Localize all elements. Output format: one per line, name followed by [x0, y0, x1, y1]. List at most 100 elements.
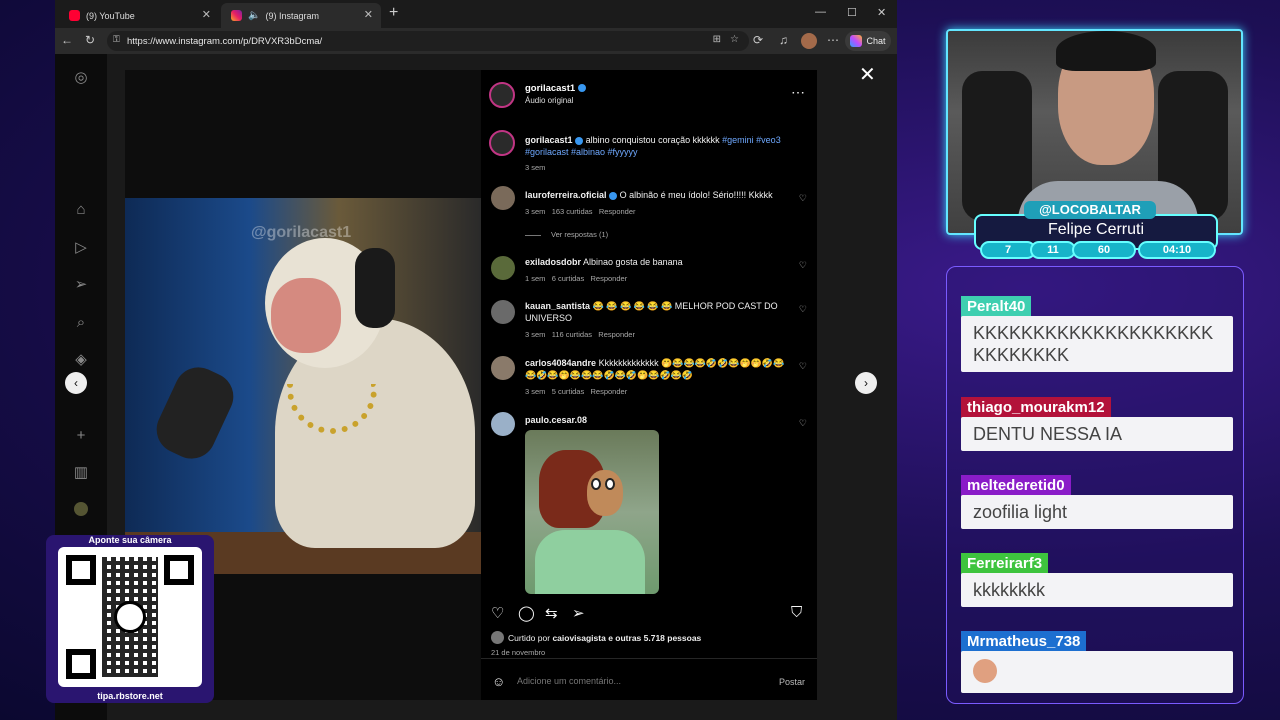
caption-time: 3 sem: [525, 163, 546, 172]
like-icon[interactable]: ♡: [491, 604, 504, 622]
media-icon[interactable]: ♫: [779, 33, 788, 47]
comment-time: 3 sem: [525, 387, 546, 396]
comment-avatar[interactable]: [491, 300, 515, 324]
comment-user[interactable]: lauroferreira.oficial: [525, 190, 607, 200]
emoji-icon[interactable]: ☺: [492, 674, 505, 689]
qr-code: [58, 547, 202, 687]
close-icon[interactable]: ✕: [364, 8, 373, 21]
puppet-shirt: [535, 530, 645, 594]
gaming-chair: [962, 71, 1032, 221]
comment-input[interactable]: [517, 672, 757, 690]
comment-meta: 3 sem 5 curtidas Responder: [525, 387, 627, 396]
reply-button[interactable]: Responder: [598, 330, 635, 339]
create-icon[interactable]: +: [72, 427, 90, 445]
tab-instagram[interactable]: 🔈 (9) Instagram ✕: [221, 3, 381, 28]
post-comment-button[interactable]: Postar: [779, 677, 805, 687]
audio-label[interactable]: Áudio original: [525, 96, 573, 105]
comment-user[interactable]: exiladosdobr: [525, 257, 581, 267]
comment: paulo.cesar.08: [525, 414, 787, 426]
comment-text: Albinao gosta de banana: [583, 257, 683, 267]
back-icon[interactable]: ←: [61, 33, 73, 47]
liked-by-count[interactable]: e outras 5.718 pessoas: [608, 633, 701, 643]
like-comment-icon[interactable]: ♡: [799, 193, 807, 204]
comment-user[interactable]: paulo.cesar.08: [525, 415, 587, 425]
comment-user[interactable]: kauan_santista: [525, 301, 590, 311]
video-frame: @gorilacast1: [125, 198, 481, 574]
comment: lauroferreira.oficial O albinão é meu íd…: [525, 189, 787, 201]
like-comment-icon[interactable]: ♡: [799, 304, 807, 315]
comment-avatar[interactable]: [491, 412, 515, 436]
share-icon[interactable]: ➢: [572, 604, 585, 622]
more-icon[interactable]: ⋯: [827, 33, 839, 47]
comment-icon[interactable]: ◯: [518, 604, 535, 622]
more-options-icon[interactable]: ⋯: [791, 84, 805, 101]
window-close-icon[interactable]: ✕: [877, 6, 886, 19]
next-post-button[interactable]: ›: [855, 372, 877, 394]
reload-icon[interactable]: ↻: [85, 33, 95, 47]
instagram-icon: [231, 10, 242, 21]
comment: kauan_santista 😂 😂 😂 😂 😂 😂 MELHOR POD CA…: [525, 300, 787, 324]
reply-button[interactable]: Responder: [591, 387, 628, 396]
comment-likes[interactable]: 6 curtidas: [552, 274, 585, 283]
send-icon[interactable]: ➢: [72, 276, 90, 294]
tab-label: (9) YouTube: [86, 10, 135, 21]
repost-icon[interactable]: ⇆: [545, 604, 558, 622]
caption-user[interactable]: gorilacast1: [525, 135, 573, 145]
favorite-icon[interactable]: ☆: [730, 34, 739, 45]
explore-icon[interactable]: ◈: [72, 351, 90, 369]
comment-meta: 3 sem 116 curtidas Responder: [525, 330, 635, 339]
replies-line: [525, 234, 541, 236]
site-info-icon[interactable]: ⚿: [113, 34, 120, 45]
profile-avatar[interactable]: [801, 33, 817, 49]
view-replies-label[interactable]: Ver respostas (1): [551, 230, 608, 239]
comment: carlos4084andre Kkkkkkkkkkkkk 🤭😂😂😂🤣🤣😂🤭🤭🤣…: [525, 357, 787, 381]
chat-text: DENTU NESSA IA: [961, 417, 1233, 451]
previous-post-button[interactable]: ‹: [65, 372, 87, 394]
like-comment-icon[interactable]: ♡: [799, 260, 807, 271]
qr-url: tipa.rbstore.net: [97, 691, 163, 701]
comment-avatar[interactable]: [491, 356, 515, 380]
instagram-logo-icon[interactable]: ◎: [72, 69, 90, 87]
comment-gif[interactable]: [525, 430, 659, 594]
maximize-icon[interactable]: ☐: [847, 6, 857, 19]
reels-icon[interactable]: ▷: [72, 239, 90, 257]
speaker-icon[interactable]: 🔈: [248, 10, 260, 21]
save-icon[interactable]: ⛉: [791, 604, 802, 621]
streamer-handle: @LOCOBALTAR: [1024, 201, 1156, 219]
extensions-icon[interactable]: ⟳: [753, 33, 763, 47]
chat-user: meltederetid0: [961, 475, 1071, 497]
comment-avatar[interactable]: [491, 256, 515, 280]
author-avatar[interactable]: [489, 82, 515, 108]
tab-youtube[interactable]: (9) YouTube ✕: [59, 3, 219, 28]
like-comment-icon[interactable]: ♡: [799, 361, 807, 372]
view-replies[interactable]: Ver respostas (1): [525, 230, 608, 239]
profile-icon[interactable]: [74, 502, 88, 516]
app-icon[interactable]: ⊞: [713, 34, 721, 45]
comment-likes[interactable]: 116 curtidas: [552, 330, 592, 339]
video-watermark: @gorilacast1: [251, 224, 352, 241]
comment-user[interactable]: carlos4084andre: [525, 358, 596, 368]
minimize-icon[interactable]: —: [815, 6, 826, 18]
copilot-chat-button[interactable]: Chat: [845, 31, 891, 51]
post-author[interactable]: gorilacast1: [525, 83, 586, 94]
reply-button[interactable]: Responder: [599, 207, 636, 216]
author-name[interactable]: gorilacast1: [525, 83, 575, 94]
reply-button[interactable]: Responder: [591, 274, 628, 283]
liker-avatar[interactable]: [491, 631, 504, 644]
puppet-face: [587, 470, 623, 516]
close-modal-icon[interactable]: ✕: [859, 62, 876, 87]
new-tab-button[interactable]: +: [389, 4, 398, 22]
comment-time: 3 sem: [525, 207, 546, 216]
close-icon[interactable]: ✕: [202, 8, 211, 21]
comment-avatar[interactable]: [491, 186, 515, 210]
liked-by-user[interactable]: caiovisagista: [552, 633, 605, 643]
dashboard-icon[interactable]: ▥: [72, 464, 90, 482]
comment-likes[interactable]: 5 curtidas: [552, 387, 585, 396]
address-bar[interactable]: ⚿ https://www.instagram.com/p/DRVXR3bDcm…: [107, 31, 749, 51]
comment-likes[interactable]: 163 curtidas: [552, 207, 593, 216]
home-icon[interactable]: ⌂: [72, 201, 90, 219]
chat-user: Mrmatheus_738: [961, 631, 1087, 653]
search-icon[interactable]: ⌕: [72, 314, 90, 332]
caption-avatar[interactable]: [489, 130, 515, 156]
like-comment-icon[interactable]: ♡: [799, 418, 807, 429]
